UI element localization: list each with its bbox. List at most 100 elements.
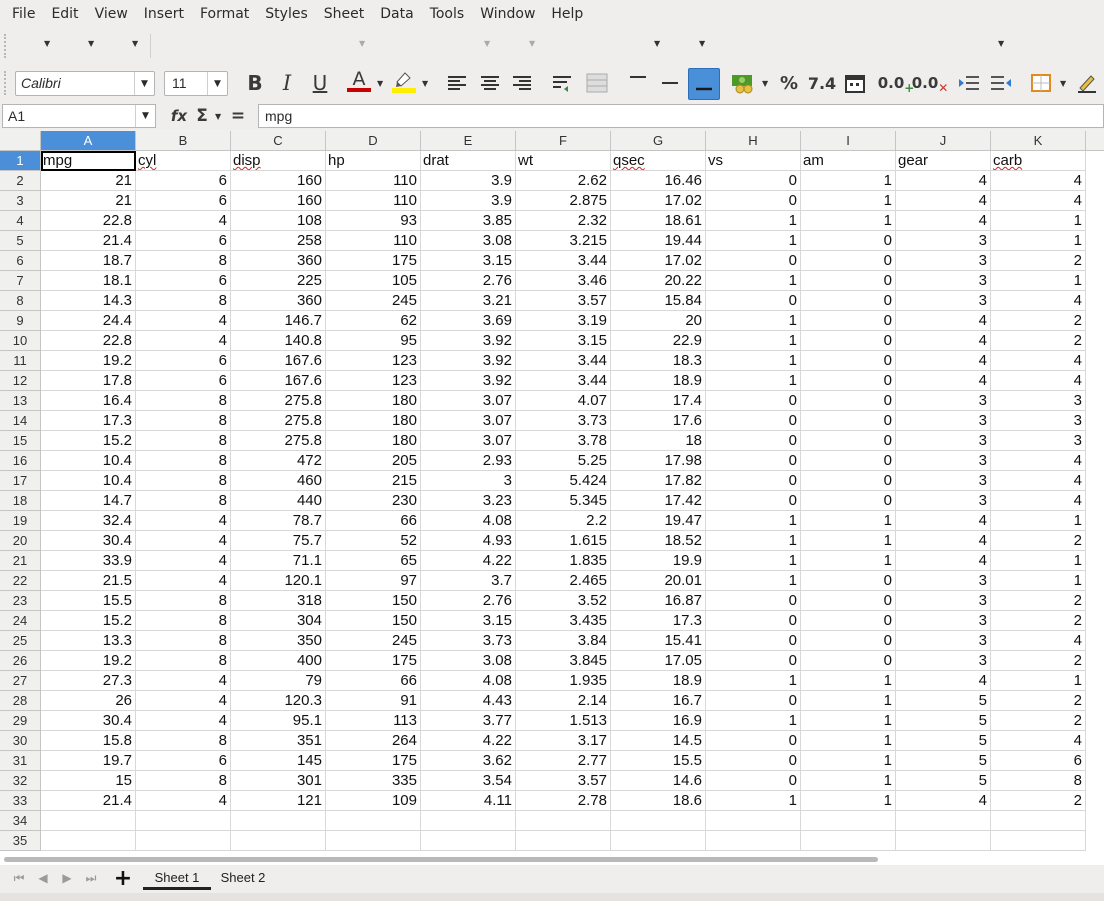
- menu-styles[interactable]: Styles: [257, 0, 315, 29]
- data-cell[interactable]: 145: [231, 751, 326, 771]
- data-cell[interactable]: 301: [231, 771, 326, 791]
- data-cell[interactable]: 1: [706, 311, 801, 331]
- empty-cell[interactable]: [231, 811, 326, 831]
- data-cell[interactable]: 0: [706, 611, 801, 631]
- data-cell[interactable]: 19.7: [41, 751, 136, 771]
- data-cell[interactable]: 3: [421, 471, 516, 491]
- data-cell[interactable]: 26: [41, 691, 136, 711]
- data-cell[interactable]: 75.7: [231, 531, 326, 551]
- data-cell[interactable]: 3.17: [516, 731, 611, 751]
- data-cell[interactable]: 2.465: [516, 571, 611, 591]
- header-cell[interactable]: disp: [231, 151, 326, 171]
- data-cell[interactable]: 335: [326, 771, 421, 791]
- data-cell[interactable]: 175: [326, 651, 421, 671]
- data-cell[interactable]: 6: [136, 271, 231, 291]
- data-cell[interactable]: 0: [706, 771, 801, 791]
- font-color-dropdown-icon[interactable]: ▼: [377, 79, 383, 88]
- data-cell[interactable]: 2: [991, 331, 1086, 351]
- decrease-indent-button[interactable]: [987, 70, 1015, 96]
- data-cell[interactable]: 2: [991, 791, 1086, 811]
- header-cell[interactable]: drat: [421, 151, 516, 171]
- data-cell[interactable]: 17.6: [611, 411, 706, 431]
- data-cell[interactable]: 19.9: [611, 551, 706, 571]
- data-cell[interactable]: 8: [991, 771, 1086, 791]
- data-cell[interactable]: 3.92: [421, 371, 516, 391]
- empty-cell[interactable]: [991, 831, 1086, 851]
- data-cell[interactable]: 4: [136, 791, 231, 811]
- row-header-12[interactable]: 12: [0, 371, 41, 391]
- data-cell[interactable]: 150: [326, 611, 421, 631]
- data-cell[interactable]: 66: [326, 511, 421, 531]
- data-cell[interactable]: 0: [706, 171, 801, 191]
- data-cell[interactable]: 0: [801, 491, 896, 511]
- data-cell[interactable]: 3: [896, 231, 991, 251]
- menu-window[interactable]: Window: [472, 0, 543, 29]
- data-cell[interactable]: 3.78: [516, 431, 611, 451]
- data-cell[interactable]: 400: [231, 651, 326, 671]
- data-cell[interactable]: 14.5: [611, 731, 706, 751]
- data-cell[interactable]: 440: [231, 491, 326, 511]
- merge-cells-button[interactable]: [583, 70, 611, 96]
- data-cell[interactable]: 0: [706, 591, 801, 611]
- data-cell[interactable]: 123: [326, 371, 421, 391]
- data-cell[interactable]: 110: [326, 231, 421, 251]
- data-cell[interactable]: 3.7: [421, 571, 516, 591]
- data-cell[interactable]: 3.92: [421, 331, 516, 351]
- data-cell[interactable]: 30.4: [41, 711, 136, 731]
- data-cell[interactable]: 4: [136, 211, 231, 231]
- data-cell[interactable]: 3.07: [421, 411, 516, 431]
- menu-sheet[interactable]: Sheet: [316, 0, 372, 29]
- data-cell[interactable]: 3: [896, 571, 991, 591]
- data-cell[interactable]: 79: [231, 671, 326, 691]
- data-cell[interactable]: 1: [706, 711, 801, 731]
- data-cell[interactable]: 21.4: [41, 231, 136, 251]
- data-cell[interactable]: 3: [991, 411, 1086, 431]
- data-cell[interactable]: 3.44: [516, 351, 611, 371]
- data-cell[interactable]: 245: [326, 291, 421, 311]
- row-header-32[interactable]: 32: [0, 771, 41, 791]
- paste-dropdown-icon[interactable]: ▼: [359, 39, 365, 48]
- data-cell[interactable]: 2: [991, 691, 1086, 711]
- data-cell[interactable]: 17.02: [611, 191, 706, 211]
- row-header-30[interactable]: 30: [0, 731, 41, 751]
- data-cell[interactable]: 21: [41, 191, 136, 211]
- data-cell[interactable]: 18.7: [41, 251, 136, 271]
- data-cell[interactable]: 0: [706, 451, 801, 471]
- data-cell[interactable]: 2.32: [516, 211, 611, 231]
- data-cell[interactable]: 3.07: [421, 431, 516, 451]
- border-style-button[interactable]: [1073, 70, 1101, 96]
- data-cell[interactable]: 1: [706, 351, 801, 371]
- data-cell[interactable]: 113: [326, 711, 421, 731]
- header-cell[interactable]: cyl: [136, 151, 231, 171]
- header-cell[interactable]: carb: [991, 151, 1086, 171]
- data-cell[interactable]: 3.21: [421, 291, 516, 311]
- data-cell[interactable]: 17.42: [611, 491, 706, 511]
- column-header-h[interactable]: H: [706, 131, 801, 151]
- data-cell[interactable]: 318: [231, 591, 326, 611]
- data-cell[interactable]: 180: [326, 391, 421, 411]
- data-cell[interactable]: 1: [801, 211, 896, 231]
- column-header-g[interactable]: G: [611, 131, 706, 151]
- column-header-k[interactable]: K: [991, 131, 1086, 151]
- data-cell[interactable]: 3: [896, 451, 991, 471]
- data-cell[interactable]: 19.47: [611, 511, 706, 531]
- data-cell[interactable]: 0: [801, 591, 896, 611]
- row-header-4[interactable]: 4: [0, 211, 41, 231]
- data-cell[interactable]: 3.92: [421, 351, 516, 371]
- number-format-button[interactable]: 7.4: [806, 70, 838, 96]
- data-cell[interactable]: 160: [231, 191, 326, 211]
- data-cell[interactable]: 3.73: [421, 631, 516, 651]
- data-cell[interactable]: 8: [136, 771, 231, 791]
- data-cell[interactable]: 3.9: [421, 191, 516, 211]
- row-header-14[interactable]: 14: [0, 411, 41, 431]
- data-cell[interactable]: 2: [991, 311, 1086, 331]
- data-cell[interactable]: 16.87: [611, 591, 706, 611]
- data-cell[interactable]: 4: [896, 551, 991, 571]
- empty-cell[interactable]: [801, 811, 896, 831]
- data-cell[interactable]: 0: [706, 731, 801, 751]
- data-cell[interactable]: 8: [136, 411, 231, 431]
- data-cell[interactable]: 95: [326, 331, 421, 351]
- borders-button[interactable]: [1027, 70, 1055, 96]
- row-header-28[interactable]: 28: [0, 691, 41, 711]
- data-cell[interactable]: 0: [706, 291, 801, 311]
